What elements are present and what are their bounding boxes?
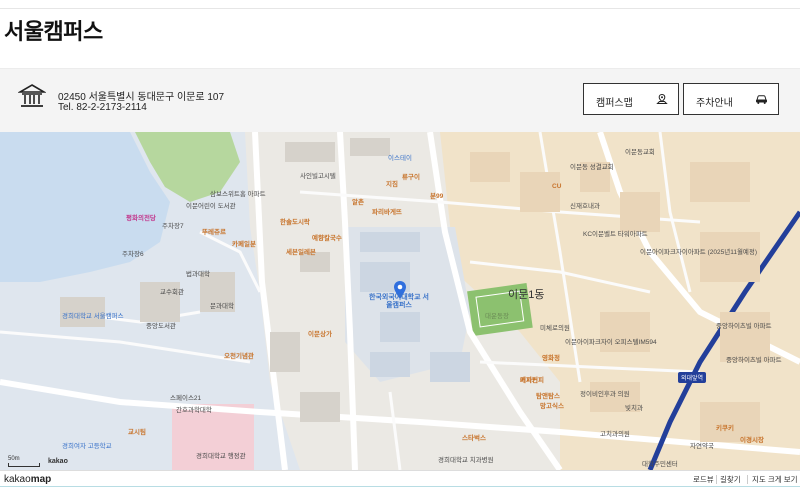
kakao-map-logo[interactable]: kakaomap [4,474,51,485]
map-poi-label: 이문상가 [308,331,332,338]
parking-button-label: 주차안내 [696,98,733,109]
map-poi-label: 영화정 [542,355,560,362]
map-poi-label: 알촌 [352,199,364,206]
map-poi-label: 류구이 [402,174,420,181]
page-title: 서울캠퍼스 [4,19,103,44]
building-icon [17,83,47,116]
map-poi-label: 이문어린이 도서관 [186,203,236,210]
map-poi-label: 신재호내과 [570,203,600,210]
map-marker-label: 한국외국어대학교 서울캠퍼스 [369,294,429,310]
map-poi-label: 문과대학 [210,303,234,310]
logo-suffix: map [30,474,52,485]
map-poi-label: 탐앤탐스 [536,393,560,400]
roadview-link[interactable]: 로드뷰 [693,474,714,485]
map-poi-label: 예향칼국수 [312,235,342,242]
map-poi-label: 대학주민센터 [642,461,678,468]
map-scale-label: 50m [8,456,20,462]
map-poi-label: 경희대학교 행정관 [196,453,246,460]
map-poi-label: 이스테이 [388,155,412,162]
map-poi-label: 키쿠키 [716,425,734,432]
map-poi-label: 스타벅스 [462,435,486,442]
map-poi-label: 교수회관 [160,289,184,296]
logo-prefix: kakao [4,474,31,485]
map-poi-label: 고치과의원 [600,431,630,438]
map-poi-label: CU [552,183,562,190]
campus-map[interactable]: 이문1동 이스테이 류구이 사인빌고시텔 CU 이문동교회 이문동 성결교회 신… [0,132,800,470]
bigger-map-link[interactable]: 지도 크게 보기 [752,474,798,485]
map-poi-label: 뚜레쥬르 [202,229,226,236]
map-icon [656,93,668,108]
map-attribution: kakao [48,458,68,465]
map-poi-label: 주차장6 [122,251,144,258]
map-poi-label: 이문동 성결교회 [570,164,614,171]
map-poi-label: 이문아이파크자이 오피스텔IM594 [565,339,657,346]
map-poi-label: 경희대학교 서울캠퍼스 [62,313,124,320]
map-poi-label: 경희대학교 치과병원 [438,457,494,464]
map-poi-label: 파리바게뜨 [372,209,402,216]
map-poi-label: 중앙하이츠빌 아파트 [716,323,772,330]
bottom-strip [0,486,800,501]
map-poi-label: 주차장7 [162,223,184,230]
car-icon [755,93,768,108]
map-poi-label: KC이문벨트 타워아파트 [583,231,648,238]
divider [747,475,748,484]
map-footer: kakaomap 로드뷰 길찾기 지도 크게 보기 [0,470,800,487]
map-poi-label: 이경시장 [740,437,764,444]
map-label-imun1: 이문1동 [508,289,545,301]
map-poi-label: 사인빌고시텔 [300,173,336,180]
campus-phone: Tel. 82-2-2173-2114 [58,102,147,113]
map-poi-label: 간호과학대학 [176,407,212,414]
campus-map-button-label: 캠퍼스맵 [596,98,633,109]
map-poi-label: 평화의전당 [126,215,156,222]
subway-station-tag: 외대앞역 [678,372,707,383]
top-divider [0,8,800,9]
map-poi-label: 법과대학 [186,271,210,278]
map-poi-label: 커피빈 [520,377,538,384]
map-poi-label: 한솔도시락 [280,219,310,226]
campus-map-button[interactable]: 캠퍼스맵 [583,83,679,115]
map-scale-bar [8,463,40,467]
directions-link[interactable]: 길찾기 [720,474,741,485]
map-poi-label: 빛치과 [625,405,643,412]
map-poi-label: 세븐일레븐 [286,249,316,256]
map-poi-label: 중앙하이츠빌 아파트 [726,357,782,364]
map-poi-label: 오천기념관 [224,353,254,360]
campus-address: 02450 서울특별시 동대문구 이문로 107 [58,92,225,103]
map-poi-label: 미체로의원 [540,325,570,332]
map-poi-label: 이문동교회 [625,149,655,156]
map-poi-label: 자연약국 [690,443,714,450]
map-poi-label: 카페일분 [232,241,256,248]
map-poi-label: 교시팀 [128,429,146,436]
map-poi-label: 지짐 [386,181,398,188]
map-poi-label: 분99 [430,193,444,200]
map-poi-label: 망고식스 [540,403,564,410]
map-poi-label: 정이비인후과 의원 [580,391,630,398]
map-poi-label: 대운동장 [485,313,509,320]
map-poi-label: 경희여자 고등학교 [62,443,112,450]
map-poi-label: 이문아이파크자이아파트 (2025년11월예정) [640,249,758,256]
campus-info-bar: 02450 서울특별시 동대문구 이문로 107 Tel. 82-2-2173-… [0,68,800,133]
map-poi-label: 삼보스위트홈 아파트 [210,191,266,198]
divider [716,475,717,484]
map-poi-label: 중앙도서관 [146,323,176,330]
map-poi-label: 스페이스21 [170,395,202,402]
parking-button[interactable]: 주차안내 [683,83,779,115]
